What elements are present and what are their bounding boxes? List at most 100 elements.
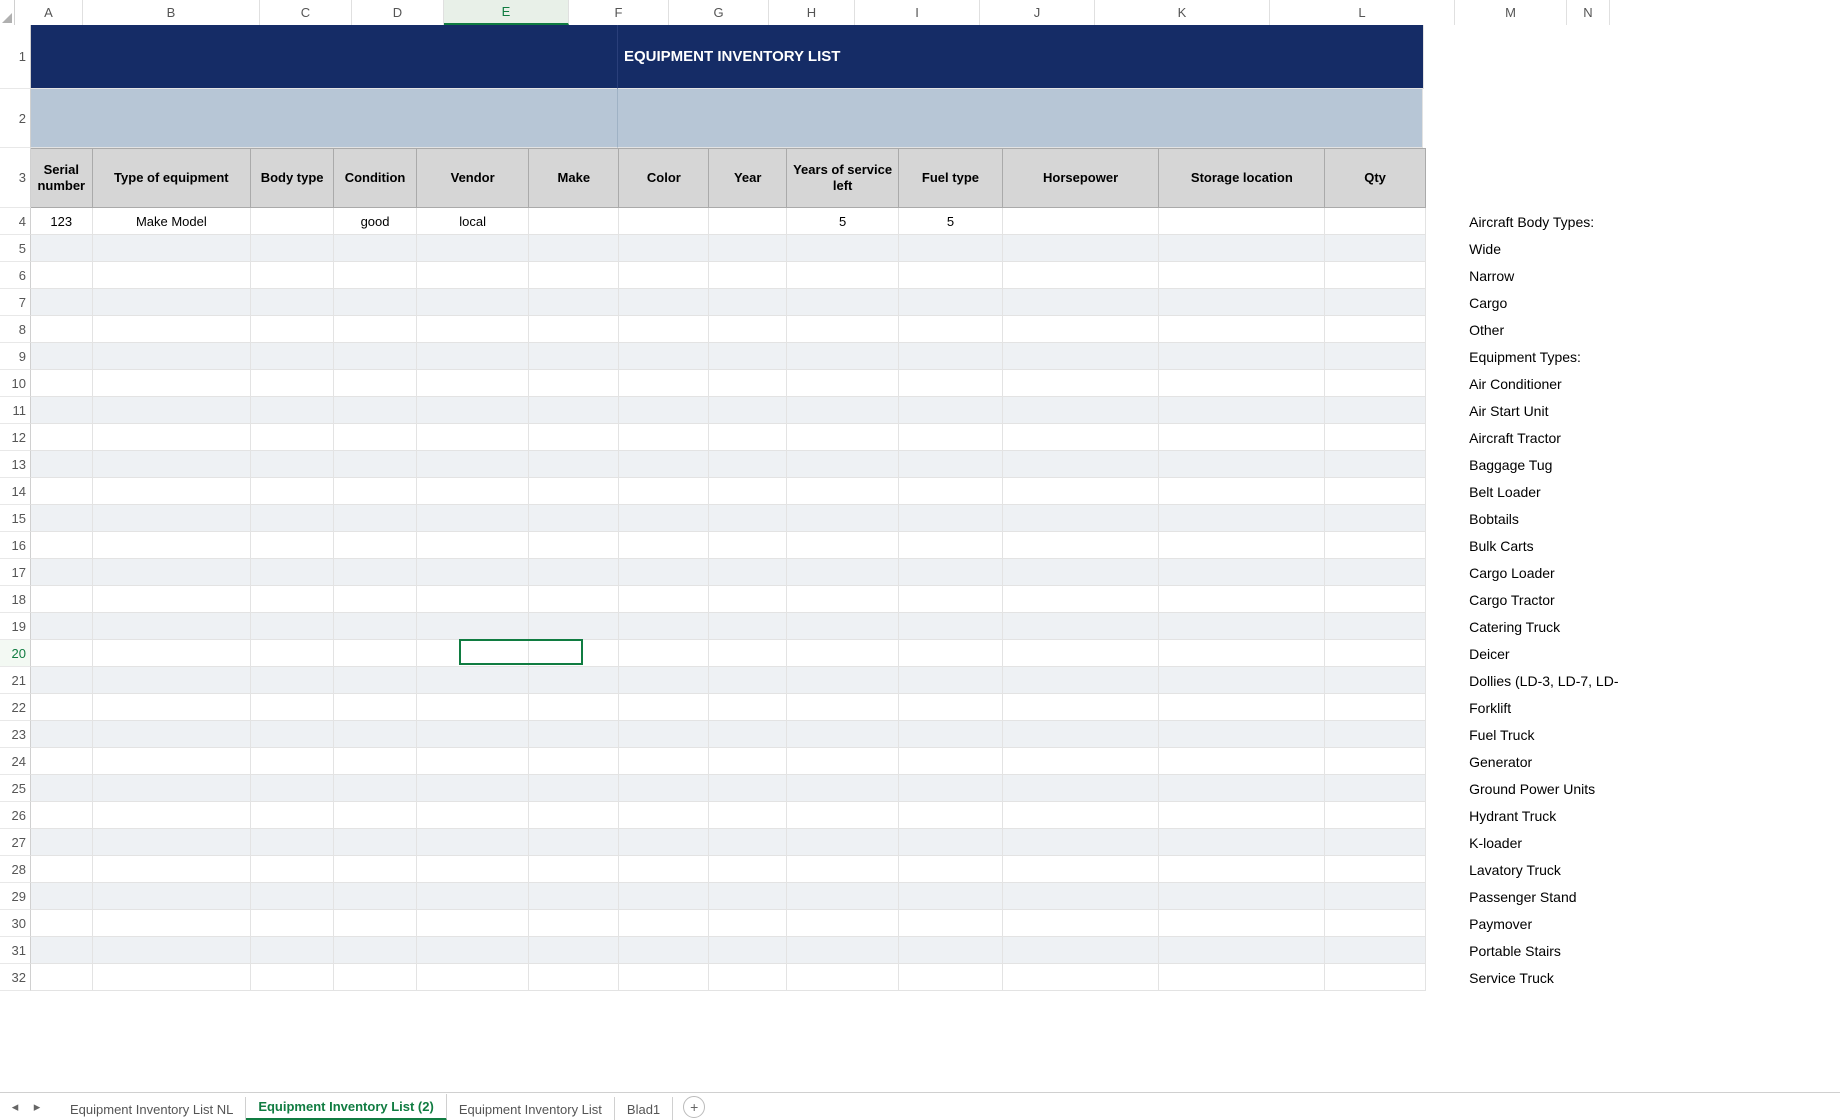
cell-I25[interactable]: [787, 775, 899, 802]
cell-K27[interactable]: [1003, 829, 1160, 856]
cell-D25[interactable]: [334, 775, 417, 802]
column-header-G[interactable]: G: [669, 0, 769, 25]
cell-H27[interactable]: [709, 829, 787, 856]
cell-K17[interactable]: [1003, 559, 1160, 586]
cell-F28[interactable]: [529, 856, 619, 883]
cell-A22[interactable]: [31, 694, 93, 721]
cell-D18[interactable]: [334, 586, 417, 613]
side-list-item[interactable]: Service Truck: [1465, 964, 1840, 991]
cell-H23[interactable]: [709, 721, 787, 748]
row-header-6[interactable]: 6: [0, 262, 31, 289]
cell-D13[interactable]: [334, 451, 417, 478]
cell-E19[interactable]: [417, 613, 529, 640]
cell-B32[interactable]: [93, 964, 252, 991]
cell-I11[interactable]: [787, 397, 899, 424]
cell-L23[interactable]: [1159, 721, 1325, 748]
cell-F9[interactable]: [529, 343, 619, 370]
column-header-N[interactable]: N: [1567, 0, 1610, 25]
side-list-item[interactable]: Other: [1465, 316, 1840, 343]
cell-J20[interactable]: [899, 640, 1002, 667]
cell-G10[interactable]: [619, 370, 709, 397]
cell-N28[interactable]: [1426, 856, 1465, 883]
cell-M13[interactable]: [1325, 451, 1426, 478]
cell-I12[interactable]: [787, 424, 899, 451]
cell-L13[interactable]: [1159, 451, 1325, 478]
cell-L22[interactable]: [1159, 694, 1325, 721]
cell-K29[interactable]: [1003, 883, 1160, 910]
cell-C5[interactable]: [251, 235, 334, 262]
cell-D23[interactable]: [334, 721, 417, 748]
side-list-item[interactable]: Wide: [1465, 235, 1840, 262]
cell-H15[interactable]: [709, 505, 787, 532]
cell-J21[interactable]: [899, 667, 1002, 694]
cell-L12[interactable]: [1159, 424, 1325, 451]
cell-L20[interactable]: [1159, 640, 1325, 667]
cell-C19[interactable]: [251, 613, 334, 640]
cell-F16[interactable]: [529, 532, 619, 559]
cell-K31[interactable]: [1003, 937, 1160, 964]
cell-L25[interactable]: [1159, 775, 1325, 802]
cell-L17[interactable]: [1159, 559, 1325, 586]
cell-C12[interactable]: [251, 424, 334, 451]
cell-M16[interactable]: [1325, 532, 1426, 559]
cell-G12[interactable]: [619, 424, 709, 451]
cell-F14[interactable]: [529, 478, 619, 505]
cell-C11[interactable]: [251, 397, 334, 424]
cell-I15[interactable]: [787, 505, 899, 532]
side-list-item[interactable]: Aircraft Body Types:: [1465, 208, 1840, 235]
cell-G32[interactable]: [619, 964, 709, 991]
cell-N21[interactable]: [1426, 667, 1465, 694]
cell-M24[interactable]: [1325, 748, 1426, 775]
cell-B9[interactable]: [93, 343, 252, 370]
row-header-25[interactable]: 25: [0, 775, 31, 802]
side-list-item[interactable]: Bulk Carts: [1465, 532, 1840, 559]
cell-E13[interactable]: [417, 451, 529, 478]
cell-B8[interactable]: [93, 316, 252, 343]
cell-F12[interactable]: [529, 424, 619, 451]
cell-N20[interactable]: [1426, 640, 1465, 667]
cell-J8[interactable]: [899, 316, 1002, 343]
cell-D6[interactable]: [334, 262, 417, 289]
cell-C4[interactable]: [251, 208, 334, 235]
cell-D9[interactable]: [334, 343, 417, 370]
cell-G4[interactable]: [619, 208, 709, 235]
cell-K8[interactable]: [1003, 316, 1160, 343]
cell-E12[interactable]: [417, 424, 529, 451]
cell-B10[interactable]: [93, 370, 252, 397]
cell-L10[interactable]: [1159, 370, 1325, 397]
column-header-I[interactable]: I: [855, 0, 980, 25]
cell-M7[interactable]: [1325, 289, 1426, 316]
cell-B18[interactable]: [93, 586, 252, 613]
cell-B6[interactable]: [93, 262, 252, 289]
cell-F23[interactable]: [529, 721, 619, 748]
cell-K26[interactable]: [1003, 802, 1160, 829]
cell-B4[interactable]: Make Model: [93, 208, 252, 235]
cell-F6[interactable]: [529, 262, 619, 289]
cell-E30[interactable]: [417, 910, 529, 937]
cell-D10[interactable]: [334, 370, 417, 397]
cell-C30[interactable]: [251, 910, 334, 937]
cell-F13[interactable]: [529, 451, 619, 478]
cell-K21[interactable]: [1003, 667, 1160, 694]
cell-A15[interactable]: [31, 505, 93, 532]
cell-M19[interactable]: [1325, 613, 1426, 640]
cell-E22[interactable]: [417, 694, 529, 721]
cell-L32[interactable]: [1159, 964, 1325, 991]
cell-J13[interactable]: [899, 451, 1002, 478]
cell-A23[interactable]: [31, 721, 93, 748]
cell-I29[interactable]: [787, 883, 899, 910]
cell-K19[interactable]: [1003, 613, 1160, 640]
cell-I30[interactable]: [787, 910, 899, 937]
cell-G14[interactable]: [619, 478, 709, 505]
cell-L31[interactable]: [1159, 937, 1325, 964]
cell-N14[interactable]: [1426, 478, 1465, 505]
cell-B17[interactable]: [93, 559, 252, 586]
cell-K16[interactable]: [1003, 532, 1160, 559]
cell-G24[interactable]: [619, 748, 709, 775]
cell-C21[interactable]: [251, 667, 334, 694]
side-list-item[interactable]: Cargo: [1465, 289, 1840, 316]
cell-E8[interactable]: [417, 316, 529, 343]
cell-N12[interactable]: [1426, 424, 1465, 451]
column-header-K[interactable]: K: [1095, 0, 1270, 25]
cell-M9[interactable]: [1325, 343, 1426, 370]
